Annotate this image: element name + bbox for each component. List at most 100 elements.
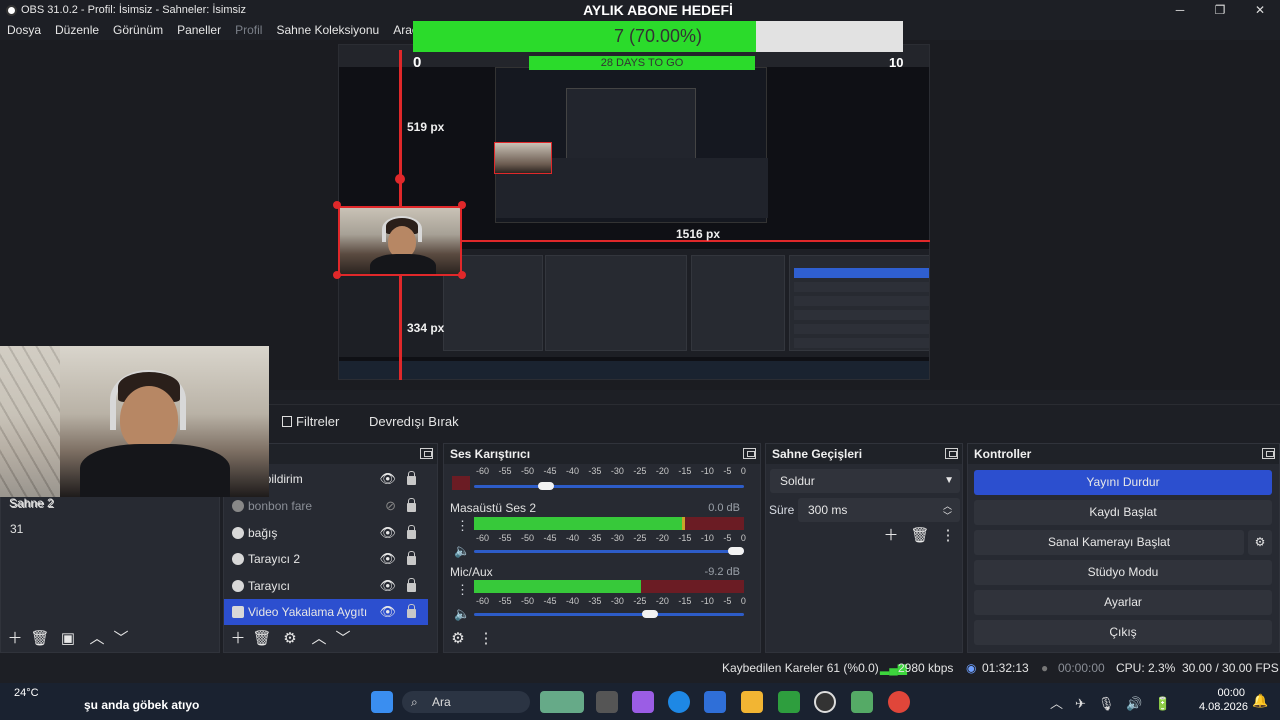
source-item[interactable]: Tarayıcı 👁 — [224, 573, 428, 599]
lock-icon[interactable] — [407, 578, 416, 592]
undock-icon[interactable] — [945, 448, 958, 459]
visibility-eye-icon[interactable]: 👁 — [379, 471, 396, 487]
hidden-eye-icon[interactable]: ⊘ — [385, 498, 396, 514]
clock-date[interactable]: 4.08.2026 — [1199, 701, 1248, 713]
nested-taskbar — [339, 361, 929, 379]
advanced-audio-gear-icon[interactable]: ⚙ — [448, 629, 468, 649]
close-button[interactable]: ✕ — [1240, 0, 1280, 20]
menu-scene-collection[interactable]: Sahne Koleksiyonu — [276, 23, 379, 37]
spin-down-icon[interactable]: ﹀ — [943, 504, 952, 528]
maximize-button[interactable]: ❐ — [1200, 0, 1240, 20]
virtual-camera-gear-icon[interactable]: ⚙ — [1248, 530, 1272, 555]
clock-time[interactable]: 00:00 — [1203, 687, 1245, 699]
goal-days-text: 28 DAYS TO GO — [600, 57, 684, 69]
stop-stream-button[interactable]: Yayını Durdur — [974, 470, 1272, 495]
exit-button[interactable]: Çıkış — [974, 620, 1272, 645]
system-tray-icons[interactable]: ︿✈🎙🔊🔋 — [1050, 693, 1183, 712]
scene-filters-icon[interactable]: ▣ — [58, 629, 78, 649]
lock-icon[interactable] — [407, 551, 416, 565]
transition-menu-icon[interactable]: ⋮ — [938, 526, 958, 546]
channel-menu-icon[interactable]: ⋮ — [456, 518, 469, 534]
mixer-menu-icon[interactable]: ⋮ — [476, 629, 496, 649]
file-explorer-icon[interactable] — [741, 691, 763, 713]
lock-icon[interactable] — [407, 604, 416, 618]
resize-handle-br[interactable] — [458, 271, 466, 279]
volume-knob[interactable] — [641, 610, 658, 618]
taskbar-search[interactable]: ⌕ Ara — [402, 691, 530, 713]
visibility-eye-icon[interactable]: 👁 — [379, 525, 396, 541]
remove-source-icon[interactable]: 🗑 — [252, 629, 272, 649]
start-virtual-camera-button[interactable]: Sanal Kamerayı Başlat — [974, 530, 1244, 555]
add-transition-icon[interactable]: ＋ — [881, 526, 901, 546]
channel-menu-icon[interactable]: ⋮ — [456, 582, 469, 598]
source-item[interactable]: bağış 👁 — [224, 520, 428, 546]
record-icon: ● — [1041, 661, 1049, 675]
lock-icon[interactable] — [407, 471, 416, 485]
add-source-icon[interactable]: ＋ — [228, 629, 248, 649]
scene-item[interactable]: Sahne 2 — [9, 496, 54, 510]
task-view-icon[interactable] — [596, 691, 618, 713]
source-label: bağış — [248, 526, 278, 540]
resize-handle-bl[interactable] — [333, 271, 341, 279]
windows-start-icon[interactable] — [371, 691, 393, 713]
menu-view[interactable]: Görünüm — [113, 23, 163, 37]
visibility-eye-icon[interactable]: 👁 — [379, 604, 396, 620]
volume-slider[interactable] — [474, 547, 744, 555]
move-up-icon[interactable]: ︿ — [309, 629, 329, 649]
edge-icon[interactable] — [668, 691, 690, 713]
visibility-eye-icon[interactable]: 👁 — [379, 578, 396, 594]
volume-knob[interactable] — [538, 482, 554, 490]
menu-profile[interactable]: Profil — [235, 23, 262, 37]
subscriber-goal-widget: AYLIK ABONE HEDEFİ 7 (70.00%) 28 DAYS TO… — [413, 0, 903, 72]
visibility-eye-icon[interactable]: 👁 — [379, 551, 396, 567]
remove-scene-icon[interactable]: 🗑 — [30, 629, 50, 649]
notifications-icon[interactable]: 🔔 — [1252, 693, 1268, 709]
lock-icon[interactable] — [407, 498, 416, 512]
source-properties-gear-icon[interactable]: ⚙ — [280, 629, 300, 649]
xbox-icon[interactable] — [778, 691, 800, 713]
filters-button[interactable]: Filtreler — [272, 408, 349, 435]
duration-spinbox[interactable]: 300 ms ︿ ﹀ — [798, 498, 960, 522]
source-item[interactable]: Tarayıcı 2 👁 — [224, 546, 428, 572]
chrome-icon[interactable] — [888, 691, 910, 713]
selected-webcam-source[interactable] — [338, 206, 462, 276]
transition-select[interactable]: Soldur ▼ — [770, 469, 960, 493]
add-scene-icon[interactable]: ＋ — [5, 629, 25, 649]
widgets-icon[interactable] — [540, 691, 584, 713]
remove-transition-icon[interactable]: 🗑 — [910, 526, 930, 546]
move-down-icon[interactable]: ﹀ — [111, 629, 131, 649]
mixer-dock-header: Ses Karıştırıcı — [444, 444, 760, 464]
store-icon[interactable] — [704, 691, 726, 713]
undock-icon[interactable] — [743, 448, 756, 459]
speaker-icon[interactable]: 🔈 — [454, 606, 470, 622]
scene-item[interactable]: 31 — [10, 522, 23, 536]
menu-edit[interactable]: Düzenle — [55, 23, 99, 37]
resize-handle-tl[interactable] — [333, 201, 341, 209]
start-recording-button[interactable]: Kaydı Başlat — [974, 500, 1272, 525]
menu-docks[interactable]: Paneller — [177, 23, 221, 37]
copilot-icon[interactable] — [632, 691, 654, 713]
source-item-selected[interactable]: Video Yakalama Aygıtı 👁 — [224, 599, 428, 625]
settings-button[interactable]: Ayarlar — [974, 590, 1272, 615]
volume-knob[interactable] — [728, 547, 744, 555]
goal-title: AYLIK ABONE HEDEFİ — [583, 2, 733, 18]
deactivate-button[interactable]: Devredışı Bırak — [359, 408, 469, 435]
volume-slider[interactable] — [474, 482, 744, 490]
level-meter — [474, 580, 744, 593]
lock-icon[interactable] — [407, 525, 416, 539]
resize-handle-tr[interactable] — [458, 201, 466, 209]
undock-icon[interactable] — [1262, 448, 1275, 459]
studio-mode-button[interactable]: Stüdyo Modu — [974, 560, 1272, 585]
dropped-frames: Kaybedilen Kareler 61 (%0.0) — [722, 661, 879, 675]
muted-speaker-icon[interactable] — [452, 476, 470, 490]
move-down-icon[interactable]: ﹀ — [333, 629, 353, 649]
speaker-icon[interactable]: 🔈 — [454, 543, 470, 559]
undock-icon[interactable] — [420, 448, 433, 459]
settings-taskbar-icon[interactable] — [851, 691, 873, 713]
volume-slider[interactable] — [474, 610, 744, 618]
menu-file[interactable]: Dosya — [7, 23, 41, 37]
weather-temp[interactable]: 24°C — [14, 687, 39, 699]
obs-taskbar-icon[interactable] — [814, 691, 836, 713]
minimize-button[interactable]: ─ — [1160, 0, 1200, 20]
move-up-icon[interactable]: ︿ — [87, 629, 107, 649]
